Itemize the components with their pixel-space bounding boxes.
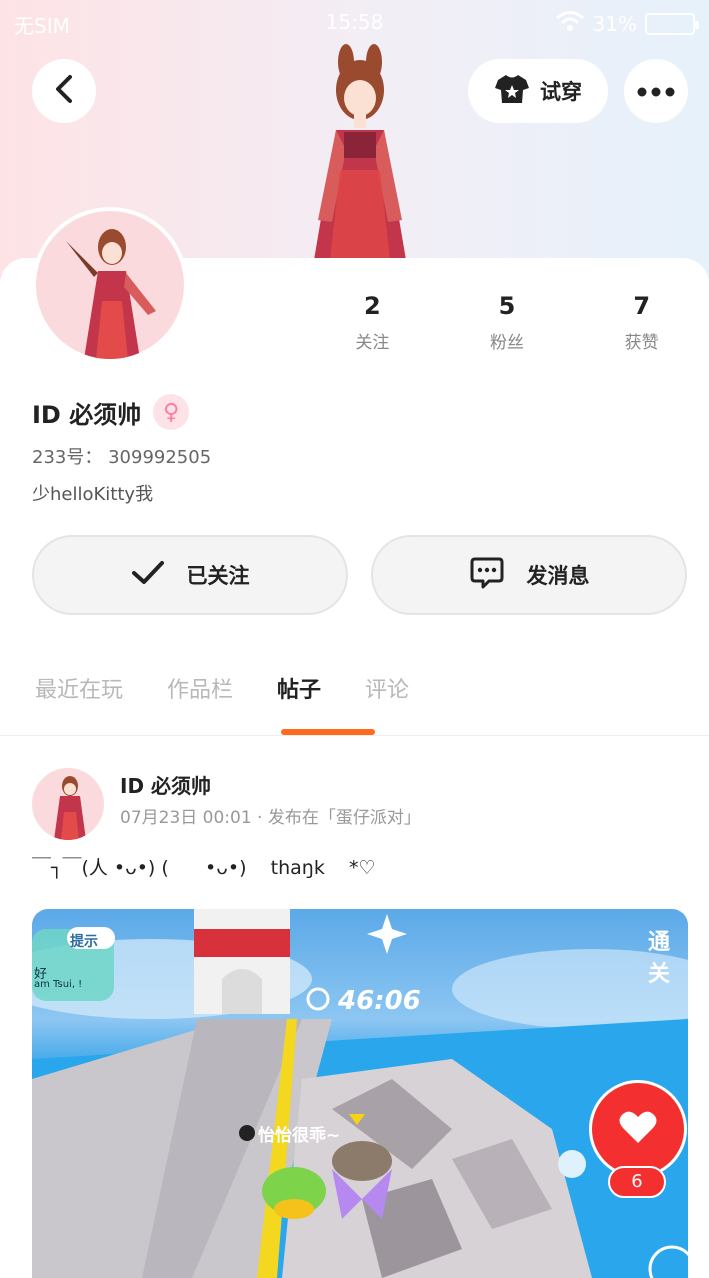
more-options-button[interactable]	[624, 59, 688, 123]
uid-label: 233号：	[32, 447, 103, 468]
followed-label: 已关注	[186, 564, 250, 588]
game-hint-sub: am Tsui, !	[34, 979, 83, 990]
stat-value: 5	[498, 292, 516, 320]
stat-label: 关注	[355, 333, 390, 353]
send-message-label: 发消息	[526, 564, 590, 588]
battery-icon	[645, 12, 699, 35]
heart-icon	[618, 1109, 658, 1149]
tab-posts[interactable]: 帖子	[277, 672, 321, 704]
tab-recently-played[interactable]: 最近在玩	[35, 672, 123, 704]
uid-value: 309992505	[108, 447, 212, 468]
try-on-label: 试穿	[540, 80, 582, 104]
profile-uid: 233号： 309992505	[32, 443, 211, 469]
like-count-badge: 6	[608, 1166, 666, 1198]
game-player-name: 怡怡很乖~	[258, 1126, 341, 1146]
tabs-divider	[0, 735, 709, 736]
post-meta: 07月23日 00:01 · 发布在「蛋仔派对」	[120, 808, 421, 828]
followed-button[interactable]: 已关注	[32, 535, 348, 615]
character-avatar-illustration	[314, 44, 406, 260]
post-author-avatar-image	[54, 776, 86, 840]
post-author-avatar[interactable]	[32, 768, 104, 840]
more-dots-icon	[637, 82, 675, 101]
profile-bio: 少helloKitty我	[32, 484, 154, 505]
stat-value: 7	[633, 292, 651, 320]
checkmark-icon	[131, 560, 165, 591]
profile-stats: 2 关注 5 粉丝 7 获赞	[305, 292, 709, 353]
try-on-button[interactable]: 试穿	[468, 59, 608, 123]
stat-value: 2	[363, 292, 381, 320]
stat-following[interactable]: 2 关注	[305, 292, 440, 353]
tab-comments[interactable]: 评论	[365, 672, 409, 704]
status-icons: 31%	[555, 10, 699, 37]
send-message-button[interactable]: 发消息	[371, 535, 687, 615]
chat-bubble-icon	[469, 556, 505, 595]
like-button[interactable]	[589, 1080, 687, 1178]
profile-name-row: ID 必须帅 ♀	[32, 394, 190, 430]
stat-label: 获赞	[624, 333, 659, 353]
profile-tabs: 最近在玩 作品栏 帖子 评论	[35, 672, 409, 704]
game-screenshot	[32, 909, 688, 1278]
chevron-left-icon	[53, 74, 75, 108]
tshirt-icon	[494, 73, 530, 110]
profile-avatar[interactable]	[32, 207, 188, 363]
post-author-name[interactable]: ID 必须帅	[120, 770, 211, 799]
post-image[interactable]: 提示 好 am Tsui, ! 46:06 通关 怡怡很乖~	[32, 909, 688, 1278]
profile-name: ID 必须帅	[32, 400, 142, 429]
game-timer: 46:06	[338, 986, 421, 1016]
battery-percent: 31%	[592, 11, 637, 36]
female-gender-icon: ♀	[153, 394, 190, 430]
stat-followers[interactable]: 5 粉丝	[440, 292, 575, 353]
wifi-icon	[555, 10, 585, 37]
stat-label: 粉丝	[490, 333, 524, 353]
post-text: ￣┐￣(人 •ᴗ•) ( •ᴗ•) thaŋk *♡	[32, 857, 376, 879]
status-bar: 无SIM 15:58 31%	[0, 0, 709, 44]
game-hint-label: 提示	[70, 934, 98, 950]
tab-works[interactable]: 作品栏	[167, 672, 233, 704]
game-clear-label: 通关	[648, 930, 671, 987]
stat-likes[interactable]: 7 获赞	[574, 292, 709, 353]
profile-avatar-image	[66, 229, 156, 359]
back-button[interactable]	[32, 59, 96, 123]
